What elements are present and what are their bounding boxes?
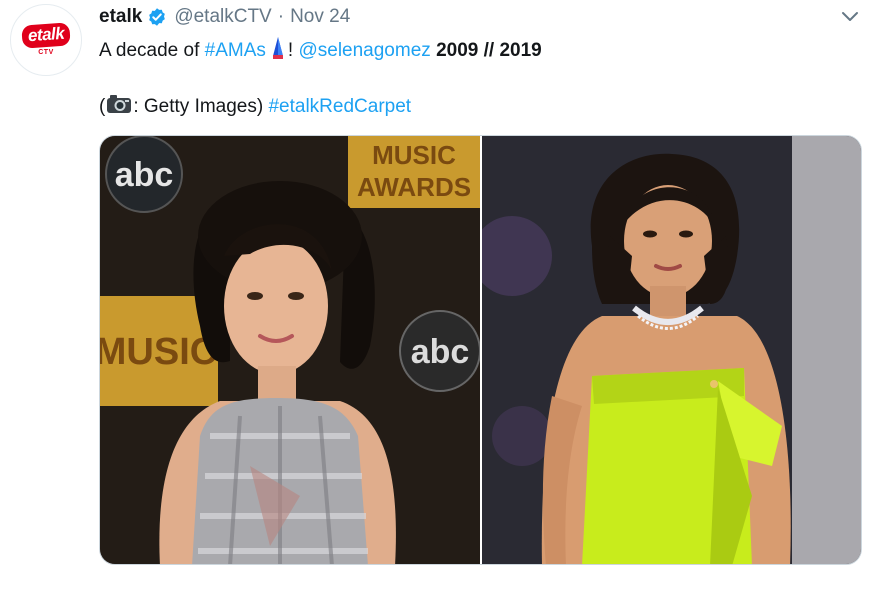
tweet-text-line-1: A decade of #AMAs ! @selenagomez 2009 //… <box>99 36 542 66</box>
avatar-logo-sub: CTV <box>38 49 54 56</box>
banner-music-text: MUSIC <box>372 140 456 170</box>
hashtag-amas-link[interactable]: #AMAs <box>205 40 266 62</box>
hashtag-etalkredcarpet-link[interactable]: #etalkRedCarpet <box>268 96 411 118</box>
camera-icon <box>106 94 132 120</box>
display-name[interactable]: etalk <box>99 6 142 28</box>
chevron-down-icon[interactable] <box>838 6 862 28</box>
tweet-text-prefix: A decade of <box>99 40 205 61</box>
tweet-date[interactable]: Nov 24 <box>290 6 350 28</box>
header-separator: · <box>277 6 285 27</box>
tweet-text-line-2: ( : Getty Images) #etalkRedCarpet <box>99 94 411 120</box>
avatar[interactable]: etalk CTV <box>10 4 82 76</box>
abc-logo-text: abc <box>115 156 174 194</box>
mention-selenagomez-link[interactable]: @selenagomez <box>298 40 430 62</box>
user-handle[interactable]: @etalkCTV <box>174 6 271 28</box>
photo-2009[interactable]: MUSIC AWARDS MUSIC abc abc <box>100 136 480 564</box>
abc-logo-text-2: abc <box>411 333 470 371</box>
credit-open-paren: ( <box>99 96 106 117</box>
side-banner-text: MUSIC <box>100 331 217 373</box>
amas-trophy-icon <box>271 36 285 66</box>
tweet-header: etalk @etalkCTV · Nov 24 <box>99 5 350 29</box>
verified-badge-icon <box>147 7 167 27</box>
media-grid: MUSIC AWARDS MUSIC abc abc <box>99 135 862 565</box>
tweet-card[interactable]: etalk CTV etalk @etalkCTV · Nov 24 A dec… <box>0 0 878 604</box>
banner-awards-text: AWARDS <box>357 172 471 202</box>
credit-text: : Getty Images) <box>133 96 269 117</box>
tweet-years: 2009 // 2019 <box>436 40 542 61</box>
tweet-text-exclaim: ! <box>287 40 299 61</box>
avatar-logo-text: etalk <box>21 22 71 49</box>
photo-2019[interactable] <box>482 136 861 564</box>
